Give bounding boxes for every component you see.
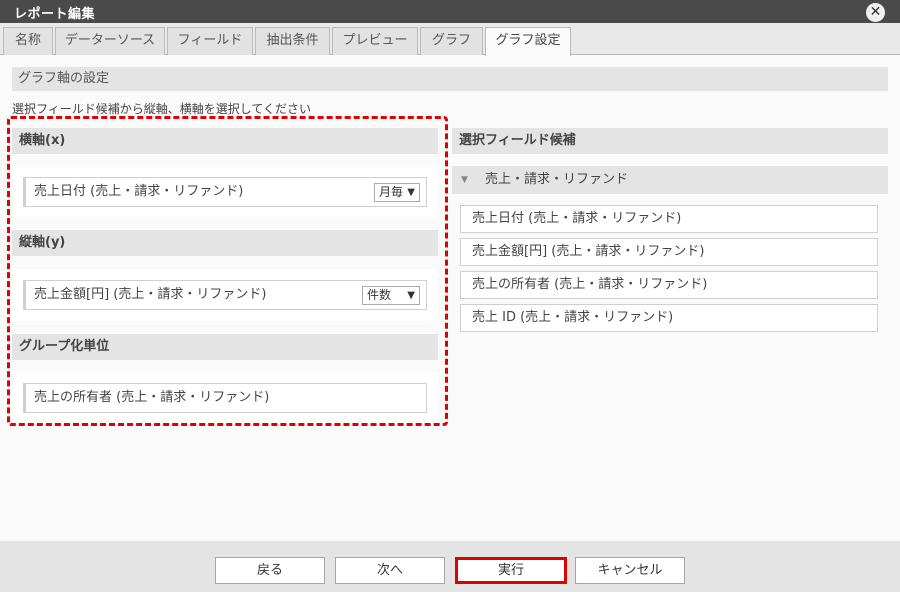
window-title: レポート編集 xyxy=(14,7,96,22)
footer-bar xyxy=(0,541,900,592)
instruction-text: 選択フィールド候補から縦軸、横軸を選択してください xyxy=(12,102,312,116)
candidate-item[interactable]: 売上 ID (売上・請求・リファンド) xyxy=(460,304,878,332)
tab-name[interactable]: 名称 xyxy=(3,27,53,55)
candidate-item[interactable]: 売上金額[円] (売上・請求・リファンド) xyxy=(460,238,878,266)
close-icon[interactable]: ✕ xyxy=(866,3,885,22)
section-title: グラフ軸の設定 xyxy=(12,67,888,91)
run-button[interactable]: 実行 xyxy=(455,557,567,584)
tab-bar: 名称 データーソース フィールド 抽出条件 プレビュー グラフ グラフ設定 xyxy=(0,23,900,56)
next-button[interactable]: 次へ xyxy=(335,557,445,584)
highlight-box xyxy=(7,116,448,426)
tab-filter[interactable]: 抽出条件 xyxy=(255,27,330,55)
candidate-group-label: 売上・請求・リファンド xyxy=(485,172,629,187)
candidates-header: 選択フィールド候補 xyxy=(452,128,888,154)
candidate-item[interactable]: 売上日付 (売上・請求・リファンド) xyxy=(460,205,878,233)
tab-graph-settings[interactable]: グラフ設定 xyxy=(485,27,571,56)
candidate-group-header[interactable]: ▼ 売上・請求・リファンド xyxy=(452,166,888,194)
tab-datasource[interactable]: データーソース xyxy=(55,27,165,55)
candidate-item[interactable]: 売上の所有者 (売上・請求・リファンド) xyxy=(460,271,878,299)
window-titlebar: レポート編集 ✕ xyxy=(0,0,900,23)
back-button[interactable]: 戻る xyxy=(215,557,325,584)
tab-preview[interactable]: プレビュー xyxy=(332,27,418,55)
tab-fields[interactable]: フィールド xyxy=(167,27,253,55)
collapse-triangle-icon: ▼ xyxy=(461,175,468,185)
cancel-button[interactable]: キャンセル xyxy=(575,557,685,584)
tab-graph[interactable]: グラフ xyxy=(420,27,483,55)
